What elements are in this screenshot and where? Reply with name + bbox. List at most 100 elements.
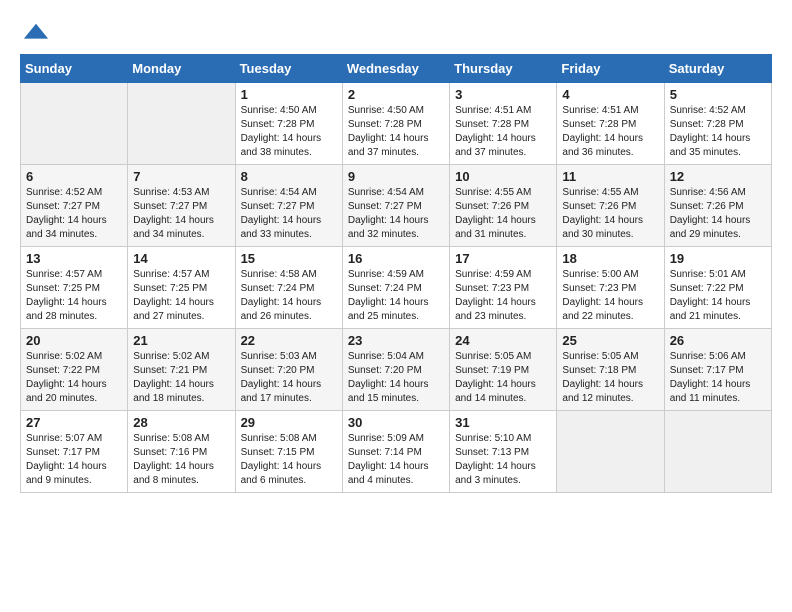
- day-number: 3: [455, 87, 551, 102]
- day-number: 20: [26, 333, 122, 348]
- day-info: Sunrise: 5:05 AM Sunset: 7:18 PM Dayligh…: [562, 350, 658, 406]
- calendar-cell: [21, 83, 128, 165]
- calendar-cell: 2 Sunrise: 4:50 AM Sunset: 7:28 PM Daylig…: [342, 83, 449, 165]
- day-number: 26: [670, 333, 766, 348]
- day-number: 12: [670, 169, 766, 184]
- day-info: Sunrise: 4:54 AM Sunset: 7:27 PM Dayligh…: [241, 186, 337, 242]
- day-number: 8: [241, 169, 337, 184]
- calendar-cell: 5 Sunrise: 4:52 AM Sunset: 7:28 PM Daylig…: [664, 83, 771, 165]
- day-info: Sunrise: 5:05 AM Sunset: 7:19 PM Dayligh…: [455, 350, 551, 406]
- day-info: Sunrise: 4:58 AM Sunset: 7:24 PM Dayligh…: [241, 268, 337, 324]
- day-number: 2: [348, 87, 444, 102]
- calendar-cell: 30 Sunrise: 5:09 AM Sunset: 7:14 PM Dayli…: [342, 411, 449, 493]
- day-number: 25: [562, 333, 658, 348]
- weekday-header: Monday: [128, 55, 235, 83]
- day-number: 14: [133, 251, 229, 266]
- calendar-cell: 16 Sunrise: 4:59 AM Sunset: 7:24 PM Dayli…: [342, 247, 449, 329]
- calendar-cell: 4Sunrise: 4:51 AM Sunset: 7:28 PM Daylig…: [557, 83, 664, 165]
- day-number: 24: [455, 333, 551, 348]
- day-number: 29: [241, 415, 337, 430]
- day-number: 6: [26, 169, 122, 184]
- calendar-week-row: 13 Sunrise: 4:57 AM Sunset: 7:25 PM Dayli…: [21, 247, 772, 329]
- day-info: Sunrise: 5:00 AM Sunset: 7:23 PM Dayligh…: [562, 268, 658, 324]
- day-info: Sunrise: 5:06 AM Sunset: 7:17 PM Dayligh…: [670, 350, 766, 406]
- calendar-cell: [664, 411, 771, 493]
- calendar-cell: 19Sunrise: 5:01 AM Sunset: 7:22 PM Dayli…: [664, 247, 771, 329]
- day-number: 18: [562, 251, 658, 266]
- day-info: Sunrise: 5:08 AM Sunset: 7:16 PM Dayligh…: [133, 432, 229, 488]
- day-number: 28: [133, 415, 229, 430]
- day-info: Sunrise: 4:59 AM Sunset: 7:24 PM Dayligh…: [348, 268, 444, 324]
- day-info: Sunrise: 4:51 AM Sunset: 7:28 PM Dayligh…: [455, 104, 551, 160]
- calendar-cell: 29 Sunrise: 5:08 AM Sunset: 7:15 PM Dayli…: [235, 411, 342, 493]
- calendar-header-row: SundayMondayTuesdayWednesdayThursdayFrid…: [21, 55, 772, 83]
- calendar-cell: 10 Sunrise: 4:55 AM Sunset: 7:26 PM Dayli…: [450, 165, 557, 247]
- calendar-table: SundayMondayTuesdayWednesdayThursdayFrid…: [20, 54, 772, 493]
- day-info: Sunrise: 4:56 AM Sunset: 7:26 PM Dayligh…: [670, 186, 766, 242]
- logo: [20, 20, 50, 44]
- day-info: Sunrise: 4:52 AM Sunset: 7:28 PM Dayligh…: [670, 104, 766, 160]
- calendar-cell: 25 Sunrise: 5:05 AM Sunset: 7:18 PM Dayli…: [557, 329, 664, 411]
- day-info: Sunrise: 5:10 AM Sunset: 7:13 PM Dayligh…: [455, 432, 551, 488]
- day-number: 9: [348, 169, 444, 184]
- calendar-cell: 28 Sunrise: 5:08 AM Sunset: 7:16 PM Dayli…: [128, 411, 235, 493]
- day-info: Sunrise: 4:50 AM Sunset: 7:28 PM Dayligh…: [348, 104, 444, 160]
- day-number: 27: [26, 415, 122, 430]
- calendar-cell: [557, 411, 664, 493]
- calendar-cell: 31Sunrise: 5:10 AM Sunset: 7:13 PM Dayli…: [450, 411, 557, 493]
- calendar-cell: 7 Sunrise: 4:53 AM Sunset: 7:27 PM Daylig…: [128, 165, 235, 247]
- calendar-week-row: 6Sunrise: 4:52 AM Sunset: 7:27 PM Daylig…: [21, 165, 772, 247]
- day-info: Sunrise: 4:57 AM Sunset: 7:25 PM Dayligh…: [133, 268, 229, 324]
- calendar-cell: 6Sunrise: 4:52 AM Sunset: 7:27 PM Daylig…: [21, 165, 128, 247]
- day-info: Sunrise: 5:02 AM Sunset: 7:22 PM Dayligh…: [26, 350, 122, 406]
- logo-icon: [22, 20, 50, 48]
- day-number: 1: [241, 87, 337, 102]
- page-header: [20, 20, 772, 44]
- day-number: 17: [455, 251, 551, 266]
- day-info: Sunrise: 4:53 AM Sunset: 7:27 PM Dayligh…: [133, 186, 229, 242]
- day-number: 10: [455, 169, 551, 184]
- calendar-cell: 27Sunrise: 5:07 AM Sunset: 7:17 PM Dayli…: [21, 411, 128, 493]
- calendar-cell: 23 Sunrise: 5:04 AM Sunset: 7:20 PM Dayli…: [342, 329, 449, 411]
- day-info: Sunrise: 5:03 AM Sunset: 7:20 PM Dayligh…: [241, 350, 337, 406]
- day-info: Sunrise: 5:02 AM Sunset: 7:21 PM Dayligh…: [133, 350, 229, 406]
- day-number: 13: [26, 251, 122, 266]
- calendar-cell: 15 Sunrise: 4:58 AM Sunset: 7:24 PM Dayli…: [235, 247, 342, 329]
- day-number: 30: [348, 415, 444, 430]
- day-info: Sunrise: 4:54 AM Sunset: 7:27 PM Dayligh…: [348, 186, 444, 242]
- calendar-cell: 24 Sunrise: 5:05 AM Sunset: 7:19 PM Dayli…: [450, 329, 557, 411]
- calendar-cell: 14 Sunrise: 4:57 AM Sunset: 7:25 PM Dayli…: [128, 247, 235, 329]
- day-number: 15: [241, 251, 337, 266]
- calendar-cell: 21Sunrise: 5:02 AM Sunset: 7:21 PM Dayli…: [128, 329, 235, 411]
- day-info: Sunrise: 5:08 AM Sunset: 7:15 PM Dayligh…: [241, 432, 337, 488]
- day-info: Sunrise: 4:50 AM Sunset: 7:28 PM Dayligh…: [241, 104, 337, 160]
- calendar-cell: 1 Sunrise: 4:50 AM Sunset: 7:28 PM Daylig…: [235, 83, 342, 165]
- calendar-cell: 17 Sunrise: 4:59 AM Sunset: 7:23 PM Dayli…: [450, 247, 557, 329]
- weekday-header: Tuesday: [235, 55, 342, 83]
- day-info: Sunrise: 5:04 AM Sunset: 7:20 PM Dayligh…: [348, 350, 444, 406]
- calendar-cell: 9 Sunrise: 4:54 AM Sunset: 7:27 PM Daylig…: [342, 165, 449, 247]
- day-number: 7: [133, 169, 229, 184]
- day-number: 23: [348, 333, 444, 348]
- day-info: Sunrise: 4:59 AM Sunset: 7:23 PM Dayligh…: [455, 268, 551, 324]
- calendar-cell: 3 Sunrise: 4:51 AM Sunset: 7:28 PM Daylig…: [450, 83, 557, 165]
- calendar-cell: 8 Sunrise: 4:54 AM Sunset: 7:27 PM Daylig…: [235, 165, 342, 247]
- calendar-cell: [128, 83, 235, 165]
- weekday-header: Saturday: [664, 55, 771, 83]
- calendar-cell: 13Sunrise: 4:57 AM Sunset: 7:25 PM Dayli…: [21, 247, 128, 329]
- day-info: Sunrise: 5:09 AM Sunset: 7:14 PM Dayligh…: [348, 432, 444, 488]
- calendar-cell: 26 Sunrise: 5:06 AM Sunset: 7:17 PM Dayli…: [664, 329, 771, 411]
- calendar-week-row: 27Sunrise: 5:07 AM Sunset: 7:17 PM Dayli…: [21, 411, 772, 493]
- calendar-cell: 12 Sunrise: 4:56 AM Sunset: 7:26 PM Dayli…: [664, 165, 771, 247]
- day-number: 5: [670, 87, 766, 102]
- day-info: Sunrise: 5:01 AM Sunset: 7:22 PM Dayligh…: [670, 268, 766, 324]
- day-number: 16: [348, 251, 444, 266]
- day-number: 11: [562, 169, 658, 184]
- calendar-cell: 22 Sunrise: 5:03 AM Sunset: 7:20 PM Dayli…: [235, 329, 342, 411]
- day-number: 22: [241, 333, 337, 348]
- day-info: Sunrise: 4:51 AM Sunset: 7:28 PM Dayligh…: [562, 104, 658, 160]
- day-info: Sunrise: 4:55 AM Sunset: 7:26 PM Dayligh…: [455, 186, 551, 242]
- calendar-cell: 11 Sunrise: 4:55 AM Sunset: 7:26 PM Dayli…: [557, 165, 664, 247]
- day-info: Sunrise: 4:55 AM Sunset: 7:26 PM Dayligh…: [562, 186, 658, 242]
- calendar-cell: 20 Sunrise: 5:02 AM Sunset: 7:22 PM Dayli…: [21, 329, 128, 411]
